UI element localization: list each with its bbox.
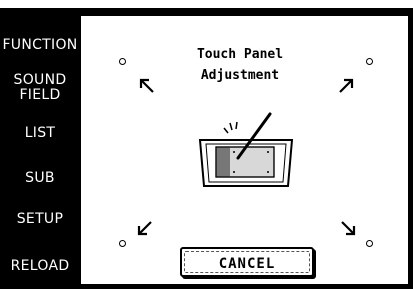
dialog-title-line2: Adjustment [200, 68, 280, 83]
side-item-list[interactable]: LIST [0, 126, 80, 141]
cancel-button[interactable]: CANCEL [180, 247, 314, 277]
touch-panel-illustration-icon [198, 112, 294, 187]
side-item-sub[interactable]: SUB [0, 171, 80, 186]
side-item-label: SOUND [13, 72, 67, 88]
calibration-dot-top-left[interactable] [119, 58, 126, 65]
arrow-down-left-icon [137, 221, 152, 236]
side-item-label: FUNCTION [2, 37, 78, 53]
side-item-label: SUB [25, 170, 55, 186]
calibration-dot-top-right[interactable] [366, 58, 373, 65]
side-item-label-line2: FIELD [19, 87, 61, 103]
calibration-dot-bottom-left[interactable] [119, 240, 126, 247]
arrow-up-right-icon [339, 78, 354, 93]
side-item-sound-field[interactable]: SOUND FIELD [0, 73, 80, 103]
arrow-up-left-icon [139, 78, 154, 93]
cancel-button-label: CANCEL [218, 256, 276, 272]
dialog-title-line1: Touch Panel [196, 47, 284, 62]
side-item-label: SETUP [16, 211, 64, 227]
side-item-label: LIST [24, 125, 56, 141]
side-item-setup[interactable]: SETUP [0, 212, 80, 227]
calibration-dot-bottom-right[interactable] [366, 240, 373, 247]
arrow-down-right-icon [341, 221, 356, 236]
side-item-reload[interactable]: RELOAD [0, 259, 80, 274]
side-item-function[interactable]: FUNCTION [0, 38, 80, 53]
side-menu: FUNCTION SOUND FIELD LIST SUB SETUP RELO… [0, 8, 80, 289]
side-item-label: RELOAD [10, 258, 70, 274]
